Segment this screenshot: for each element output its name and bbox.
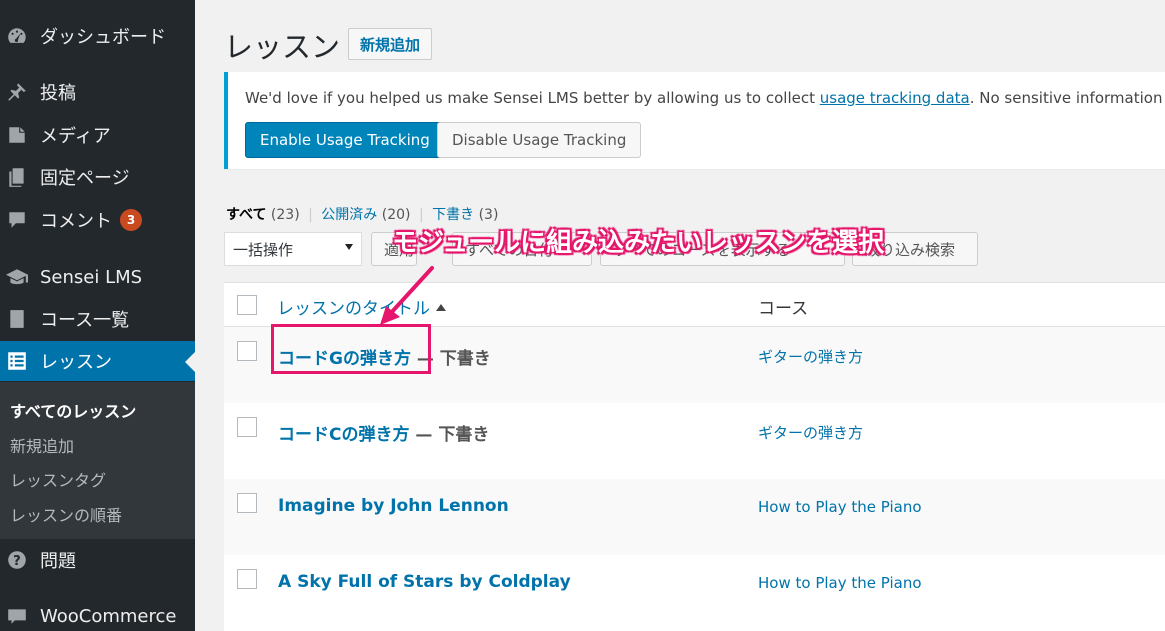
sidebar-item-label: 投稿 [40,83,76,104]
sidebar-item-posts[interactable]: 投稿 [0,72,195,112]
filter-draft[interactable]: 下書き [432,207,474,223]
page-icon [6,166,28,188]
table-row: A Sky Full of Stars by Coldplay How to P… [224,555,1165,631]
sidebar-item-questions[interactable]: ? 問題 [0,540,195,580]
annotation-callout-text: モジュールに組み込みたいレッスンを選択 [392,228,885,258]
annotation-highlight-box [271,324,431,374]
filter-separator: | [308,207,313,223]
notice-text: We'd love if you helped us make Sensei L… [245,89,1165,107]
svg-text:?: ? [13,554,21,569]
sidebar-item-lessons[interactable]: レッスン [0,341,195,381]
bulk-action-value: 一括操作 [233,240,294,259]
lesson-title: コードCの弾き方 — 下書き [278,420,489,445]
lessons-submenu: すべてのレッスン 新規追加 レッスンタグ レッスンの順番 [0,382,195,539]
woo-icon [6,605,28,627]
sidebar-item-label: コメント [40,211,112,232]
media-icon [6,124,28,146]
filter-draft-count: (3) [478,207,499,223]
list-icon [6,350,28,372]
sidebar-item-label: WooCommerce [40,605,177,627]
lesson-title: Imagine by John Lennon [278,496,509,516]
admin-sidebar: ダッシュボード 投稿 メディア 固定ページ コメント 3 Sensei LMS … [0,0,195,631]
sidebar-item-sensei[interactable]: Sensei LMS [0,257,195,297]
table-row: コードCの弾き方 — 下書き ギターの弾き方 [224,403,1165,479]
sidebar-item-pages[interactable]: 固定ページ [0,157,195,197]
sidebar-item-courses[interactable]: コース一覧 [0,299,195,339]
lesson-course-link[interactable]: ギターの弾き方 [758,422,863,443]
lesson-title-link[interactable]: A Sky Full of Stars by Coldplay [278,572,571,592]
sidebar-item-label: ダッシュボード [40,27,166,48]
filter-separator: | [418,207,424,223]
row-checkbox[interactable] [237,417,257,437]
submenu-lesson-order[interactable]: レッスンの順番 [10,502,122,526]
row-checkbox[interactable] [237,341,257,361]
submenu-all-lessons[interactable]: すべてのレッスン [10,398,136,422]
sidebar-item-label: メディア [40,126,111,147]
submenu-add-new[interactable]: 新規追加 [10,433,74,457]
enable-tracking-button[interactable]: Enable Usage Tracking [245,122,445,158]
usage-tracking-notice: We'd love if you helped us make Sensei L… [224,72,1165,169]
lesson-title: A Sky Full of Stars by Coldplay [278,572,571,592]
select-all-checkbox[interactable] [237,295,257,315]
sidebar-item-label: コース一覧 [40,310,130,331]
submenu-lesson-tags[interactable]: レッスンタグ [10,467,106,491]
filter-all[interactable]: すべて [226,207,266,223]
lesson-title-link[interactable]: Imagine by John Lennon [278,496,509,516]
disable-tracking-button[interactable]: Disable Usage Tracking [437,122,642,158]
filter-published[interactable]: 公開済み [321,207,377,223]
dashboard-icon [6,25,28,47]
row-checkbox[interactable] [237,493,257,513]
active-menu-arrow [185,352,195,372]
bulk-action-select[interactable]: 一括操作 [224,232,362,266]
pin-icon [6,81,28,103]
sidebar-item-label: レッスン [40,352,112,373]
table-header: レッスンのタイトル コース [224,283,1165,327]
sidebar-item-woocommerce[interactable]: WooCommerce [0,596,195,631]
graduation-cap-icon [6,266,28,288]
table-row: Imagine by John Lennon How to Play the P… [224,479,1165,555]
sidebar-item-label: Sensei LMS [40,266,143,288]
post-state: — 下書き [409,425,490,445]
lesson-course-link[interactable]: How to Play the Piano [758,498,922,516]
notice-text-before: We'd love if you helped us make Sensei L… [245,89,820,107]
annotation-arrow-icon [380,266,434,325]
chevron-down-icon [345,244,353,250]
usage-tracking-link[interactable]: usage tracking data [820,89,970,107]
page-title: レッスン [224,30,341,64]
filter-all-count: (23) [270,207,300,223]
comment-count-badge: 3 [120,209,142,231]
book-icon [6,308,28,330]
sidebar-item-label: 固定ページ [40,168,130,189]
sidebar-item-media[interactable]: メディア [0,115,195,155]
sidebar-item-dashboard[interactable]: ダッシュボード [0,16,195,56]
column-course-header: コース [758,299,809,319]
question-icon: ? [6,549,28,571]
lesson-title-link[interactable]: コードCの弾き方 [278,425,409,445]
add-new-button[interactable]: 新規追加 [348,28,433,60]
notice-text-after: . No sensitive information is colle [969,89,1165,107]
lesson-course-link[interactable]: ギターの弾き方 [758,346,863,367]
row-checkbox[interactable] [237,569,257,589]
sidebar-item-comments[interactable]: コメント 3 [0,200,195,240]
sidebar-item-label: 問題 [40,551,76,572]
lesson-course-link[interactable]: How to Play the Piano [758,574,922,592]
comment-icon [6,209,28,231]
status-filters: すべて (23) | 公開済み (20) | 下書き (3) [226,204,498,224]
filter-published-count: (20) [381,207,411,223]
